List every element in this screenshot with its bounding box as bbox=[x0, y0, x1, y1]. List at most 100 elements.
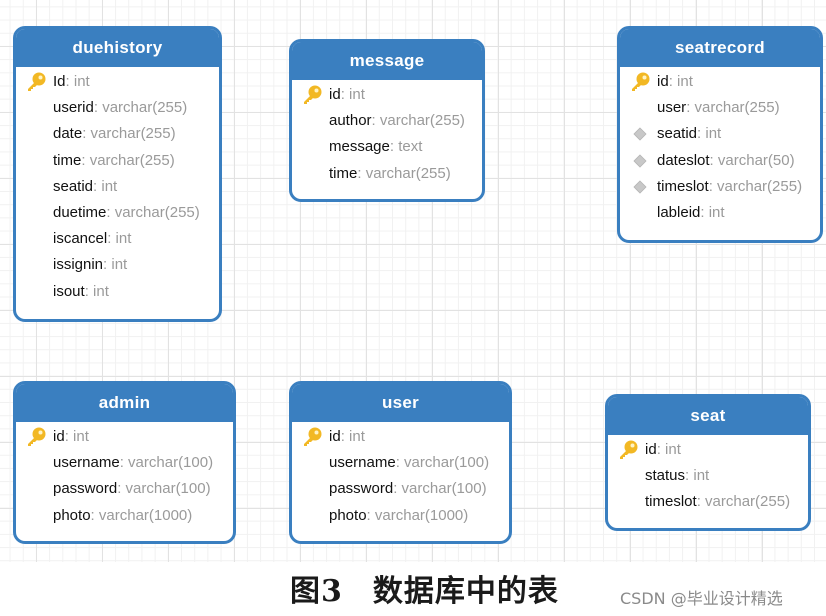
field-name: time bbox=[329, 164, 358, 182]
field-separator: : bbox=[65, 73, 74, 90]
table-user[interactable]: user id: int username: varchar(100) passwor… bbox=[289, 381, 512, 544]
field-type: varchar(255) bbox=[365, 164, 451, 182]
field-row[interactable]: photo: varchar(1000) bbox=[16, 503, 233, 529]
field-row[interactable]: id: int bbox=[292, 424, 509, 450]
field-row[interactable]: Id: int bbox=[16, 69, 219, 95]
figure-title: 数据库中的表 bbox=[372, 574, 559, 609]
field-row[interactable]: timeslot: varchar(255) bbox=[608, 489, 808, 515]
field-row[interactable]: dateslot: varchar(50) bbox=[620, 148, 820, 174]
field-name: dateslot bbox=[657, 151, 710, 169]
field-separator: : bbox=[395, 454, 405, 472]
field-separator: : bbox=[117, 480, 126, 498]
table-header[interactable]: user bbox=[292, 384, 509, 422]
table-header[interactable]: seat bbox=[608, 397, 808, 435]
table-admin[interactable]: admin id: int username: varchar(100) passwo… bbox=[13, 381, 236, 544]
field-name: lableid bbox=[657, 203, 701, 221]
field-type: int bbox=[677, 73, 693, 90]
field-row[interactable]: password: varchar(100) bbox=[16, 476, 233, 502]
field-type: int bbox=[111, 256, 128, 274]
table-seat[interactable]: seat id: int status: int timeslot: varchar(… bbox=[605, 394, 811, 531]
field-type: varchar(255) bbox=[379, 112, 465, 130]
field-name: id bbox=[329, 86, 341, 103]
field-row[interactable]: username: varchar(100) bbox=[292, 450, 509, 476]
table-header[interactable]: message bbox=[292, 42, 482, 80]
table-header[interactable]: admin bbox=[16, 384, 233, 422]
field-row[interactable]: id: int bbox=[620, 69, 820, 95]
field-name: duetime bbox=[53, 203, 107, 221]
field-row[interactable]: seatid: int bbox=[16, 174, 219, 200]
field-row[interactable]: id: int bbox=[16, 424, 233, 450]
field-name: iscancel bbox=[53, 230, 108, 248]
field-row[interactable]: message: text bbox=[292, 134, 482, 160]
field-separator: : bbox=[708, 177, 718, 195]
field-separator: : bbox=[340, 86, 350, 103]
field-type: int bbox=[708, 203, 725, 221]
table-seatrecord[interactable]: seatrecord id: int user: varchar(255) seati… bbox=[617, 26, 823, 243]
field-name: password bbox=[53, 480, 118, 498]
field-row[interactable]: lableid: int bbox=[620, 200, 820, 226]
field-type: int bbox=[101, 177, 118, 195]
table-fields: id: int username: varchar(100) password: v… bbox=[292, 422, 509, 529]
field-name: isout bbox=[53, 282, 85, 300]
table-fields: id: int username: varchar(100) password: v… bbox=[16, 422, 233, 529]
field-row[interactable]: id: int bbox=[608, 437, 808, 463]
field-separator: : bbox=[696, 493, 706, 511]
field-row[interactable]: date: varchar(255) bbox=[16, 121, 219, 147]
table-fields: Id: int userid: varchar(255) date: varchar… bbox=[16, 67, 219, 305]
field-name: id bbox=[329, 428, 341, 445]
table-duehistory[interactable]: duehistory Id: int userid: varchar(255) dat… bbox=[13, 26, 222, 322]
field-separator: : bbox=[82, 125, 91, 143]
field-type: int bbox=[349, 86, 365, 103]
field-type: int bbox=[93, 282, 109, 300]
field-type: varchar(1000) bbox=[374, 506, 469, 524]
field-name: user bbox=[657, 99, 687, 117]
field-row[interactable]: time: varchar(255) bbox=[292, 161, 482, 187]
field-type: varchar(100) bbox=[128, 454, 214, 472]
field-type: int bbox=[115, 230, 132, 248]
field-type: varchar(1000) bbox=[98, 506, 193, 524]
foreign-key-diamond-icon bbox=[628, 148, 652, 174]
field-name: timeslot bbox=[657, 177, 709, 195]
table-fields: id: int user: varchar(255) seatid: int date… bbox=[620, 67, 820, 226]
field-row[interactable]: user: varchar(255) bbox=[620, 95, 820, 121]
primary-key-icon bbox=[24, 424, 48, 450]
field-name: seatid bbox=[657, 125, 698, 143]
table-header[interactable]: duehistory bbox=[16, 29, 219, 67]
field-row[interactable]: id: int bbox=[292, 82, 482, 108]
field-name: id bbox=[657, 73, 669, 90]
field-row[interactable]: issignin: int bbox=[16, 252, 219, 278]
field-name: message bbox=[329, 138, 390, 156]
field-row[interactable]: seatid: int bbox=[620, 121, 820, 147]
field-row[interactable]: userid: varchar(255) bbox=[16, 95, 219, 121]
field-type: varchar(255) bbox=[694, 99, 780, 117]
field-row[interactable]: photo: varchar(1000) bbox=[292, 503, 509, 529]
field-row[interactable]: timeslot: varchar(255) bbox=[620, 174, 820, 200]
field-separator: : bbox=[700, 203, 709, 221]
field-separator: : bbox=[656, 441, 666, 458]
field-row[interactable]: username: varchar(100) bbox=[16, 450, 233, 476]
field-row[interactable]: iscancel: int bbox=[16, 226, 219, 252]
field-name: Id bbox=[53, 73, 66, 90]
field-separator: : bbox=[93, 99, 103, 117]
field-type: varchar(100) bbox=[404, 454, 490, 472]
field-row[interactable]: duetime: varchar(255) bbox=[16, 200, 219, 226]
field-type: int bbox=[693, 467, 710, 485]
field-row[interactable]: password: varchar(100) bbox=[292, 476, 509, 502]
field-type: int bbox=[73, 428, 89, 445]
field-name: id bbox=[645, 441, 657, 458]
primary-key-icon bbox=[300, 424, 324, 450]
table-header[interactable]: seatrecord bbox=[620, 29, 820, 67]
field-separator: : bbox=[81, 151, 90, 169]
table-fields: id: int status: int timeslot: varchar(255) bbox=[608, 435, 808, 516]
field-row[interactable]: author: varchar(255) bbox=[292, 108, 482, 134]
field-type: varchar(255) bbox=[705, 493, 791, 511]
field-type: varchar(100) bbox=[401, 480, 487, 498]
field-type: int bbox=[665, 441, 681, 458]
table-message[interactable]: message id: int author: varchar(255) messag… bbox=[289, 39, 485, 202]
field-separator: : bbox=[90, 506, 99, 524]
field-type: varchar(50) bbox=[717, 151, 795, 169]
field-row[interactable]: time: varchar(255) bbox=[16, 148, 219, 174]
field-type: int bbox=[73, 73, 90, 90]
field-row[interactable]: status: int bbox=[608, 463, 808, 489]
field-row[interactable]: isout: int bbox=[16, 279, 219, 305]
